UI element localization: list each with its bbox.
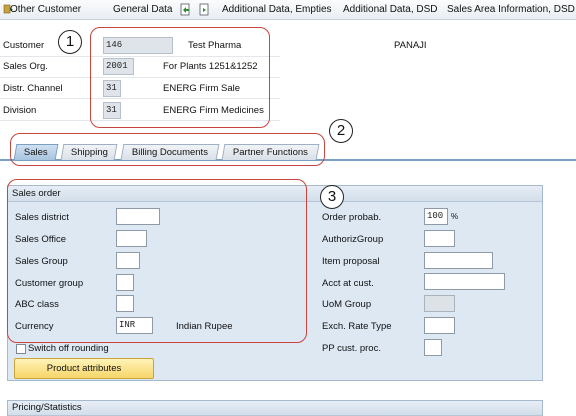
sales-area-information-dsd-button[interactable]: Sales Area Information, DSD bbox=[447, 4, 575, 15]
callout-box-sales-order bbox=[7, 179, 307, 343]
callout-number-3: 3 bbox=[320, 185, 344, 209]
account-at-customer-field[interactable] bbox=[424, 273, 505, 290]
callout-number-2: 2 bbox=[329, 119, 353, 143]
division-label: Division bbox=[3, 105, 37, 116]
customer-label: Customer bbox=[3, 40, 45, 51]
additional-data-empties-button[interactable]: Additional Data, Empties bbox=[222, 4, 332, 15]
document-arrow-icon[interactable] bbox=[180, 3, 191, 16]
switch-off-rounding-label: Switch off rounding bbox=[28, 343, 109, 354]
item-proposal-label: Item proposal bbox=[322, 256, 380, 267]
account-at-customer-label: Acct at cust. bbox=[322, 278, 374, 289]
callout-box-header bbox=[90, 27, 270, 128]
callout-number-1: 1 bbox=[58, 30, 82, 54]
exchange-rate-type-label: Exch. Rate Type bbox=[322, 321, 392, 332]
authorization-group-label: AuthorizGroup bbox=[322, 234, 384, 245]
exchange-rate-type-field[interactable] bbox=[424, 317, 455, 334]
authorization-group-field[interactable] bbox=[424, 230, 455, 247]
customer-city: PANAJI bbox=[394, 40, 427, 51]
uom-group-label: UoM Group bbox=[322, 299, 372, 310]
callout-box-tabs bbox=[10, 133, 325, 166]
item-proposal-field[interactable] bbox=[424, 252, 493, 269]
pricing-statistics-title: Pricing/Statistics bbox=[8, 401, 542, 416]
application-toolbar: Other Customer General Data Additional D… bbox=[0, 0, 576, 20]
sales-org-label: Sales Org. bbox=[3, 61, 48, 72]
general-data-button[interactable]: General Data bbox=[113, 4, 172, 15]
distribution-channel-label: Distr. Channel bbox=[3, 83, 63, 94]
uom-group-field[interactable] bbox=[424, 295, 455, 312]
product-attributes-button[interactable]: Product attributes bbox=[14, 358, 154, 379]
additional-data-dsd-button[interactable]: Additional Data, DSD bbox=[343, 4, 438, 15]
order-probability-field[interactable]: 100 bbox=[424, 208, 448, 225]
percent-unit: % bbox=[451, 212, 459, 221]
pp-customer-procedure-label: PP cust. proc. bbox=[322, 343, 381, 354]
switch-off-rounding-checkbox[interactable] bbox=[16, 344, 26, 354]
order-probability-label: Order probab. bbox=[322, 212, 382, 223]
pricing-statistics-group: Pricing/Statistics bbox=[7, 400, 543, 416]
pp-customer-procedure-field[interactable] bbox=[424, 339, 442, 356]
other-customer-button[interactable]: Other Customer bbox=[10, 4, 81, 15]
document-copy-icon[interactable] bbox=[199, 3, 210, 16]
